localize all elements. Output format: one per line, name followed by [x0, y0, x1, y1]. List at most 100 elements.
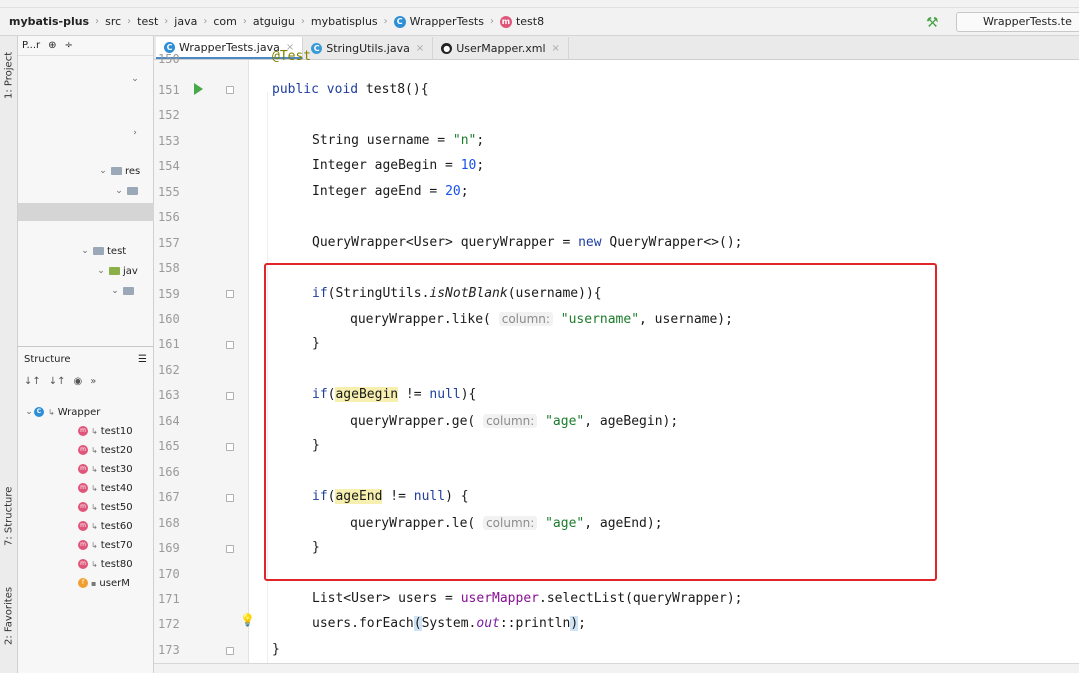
code-text: String username =: [312, 133, 453, 148]
fold-marker-icon[interactable]: [226, 443, 234, 451]
visibility-icon: ↳: [48, 407, 55, 417]
static-field: out: [476, 616, 500, 631]
structure-member-row[interactable]: f ▪ userM: [78, 574, 130, 592]
structure-member-row[interactable]: m ↳ test60: [78, 517, 133, 535]
fold-marker-icon[interactable]: [226, 392, 234, 400]
favorites-tool-tab[interactable]: 2: Favorites: [0, 576, 18, 656]
field-reference: userMapper: [460, 591, 539, 606]
code-text: Integer ageBegin =: [312, 158, 461, 173]
run-gutter-icon[interactable]: [194, 83, 203, 95]
tab-stringutils[interactable]: C StringUtils.java ×: [303, 37, 434, 59]
breadcrumb-com[interactable]: com: [208, 12, 242, 32]
visibility-icon: ↳: [91, 445, 98, 455]
structure-tool-tab[interactable]: 7: Structure: [0, 476, 18, 556]
line-number: 162: [158, 363, 180, 377]
sort-icon[interactable]: ↓↑: [24, 376, 41, 387]
breadcrumb-method-label: test8: [515, 15, 545, 28]
structure-member-row[interactable]: m ↳ test30: [78, 460, 133, 478]
project-panel-header: P...r ⊕ ÷: [18, 36, 153, 56]
breadcrumb-test[interactable]: test: [132, 12, 163, 32]
tree-row-java[interactable]: ⌄ jav: [18, 262, 154, 280]
breadcrumb-java[interactable]: java: [169, 12, 202, 32]
tab-usermapper[interactable]: ● UserMapper.xml ×: [433, 37, 569, 59]
structure-member-row[interactable]: m ↳ test50: [78, 498, 133, 516]
fold-marker-icon[interactable]: [226, 494, 234, 502]
breadcrumb-src[interactable]: src: [100, 12, 126, 32]
chevron-down-icon: ⌄: [99, 166, 107, 176]
tree-row-test[interactable]: ⌄ test: [18, 242, 154, 260]
tree-row[interactable]: ⌄: [18, 282, 154, 300]
tree-row[interactable]: ›: [18, 124, 154, 142]
fold-marker-icon[interactable]: [226, 341, 234, 349]
structure-class-row[interactable]: ⌄ C ↳ Wrapper: [24, 403, 100, 421]
collapse-icon[interactable]: ÷: [65, 40, 73, 51]
close-icon[interactable]: ×: [416, 43, 424, 54]
structure-panel: Structure ☰ ↓↑ ↓↑ ◉ » ⌄ C ↳ Wrapper m ↳ te…: [18, 346, 154, 673]
structure-member-row[interactable]: m ↳ test80: [78, 555, 133, 573]
tree-row[interactable]: ⌄: [18, 70, 154, 88]
breadcrumb-separator: ›: [203, 16, 208, 27]
fold-marker-icon[interactable]: [226, 86, 234, 94]
structure-member-row[interactable]: m ↳ test20: [78, 441, 133, 459]
settings-icon[interactable]: ☰: [138, 354, 147, 365]
tab-label: WrapperTests.java: [179, 40, 280, 54]
breadcrumb-mybatisplus[interactable]: mybatisplus: [306, 12, 383, 32]
sort-alpha-icon[interactable]: ↓↑: [49, 376, 66, 387]
hammer-build-icon[interactable]: ⚒: [926, 15, 939, 31]
structure-panel-header: Structure ☰: [18, 347, 153, 371]
fold-marker-icon[interactable]: [226, 545, 234, 553]
method-icon: m: [78, 426, 88, 436]
selected-tree-row[interactable]: [18, 203, 154, 221]
code-text: users.forEach: [312, 616, 414, 631]
folder-icon: [127, 187, 138, 195]
code-text: test8(){: [358, 82, 429, 97]
line-number: 166: [158, 465, 180, 479]
visibility-icon: ↳: [91, 464, 98, 474]
structure-member-row[interactable]: m ↳ test10: [78, 422, 133, 440]
tree-label: test: [107, 245, 127, 257]
run-config-selector[interactable]: WrapperTests.te: [956, 12, 1079, 32]
project-view-selector[interactable]: P...r: [22, 40, 40, 51]
gear-icon[interactable]: ⊕: [48, 40, 56, 51]
breadcrumb-separator: ›: [383, 16, 388, 27]
folder-icon: [93, 247, 104, 255]
navigation-bar: mybatis-plus › src › test › java › com ›…: [0, 8, 1079, 36]
show-fields-icon[interactable]: ◉: [74, 376, 83, 387]
line-number: 158: [158, 261, 180, 275]
code-text: QueryWrapper<User> queryWrapper =: [312, 235, 579, 250]
line-number: 168: [158, 516, 180, 530]
project-tool-tab[interactable]: 1: Project: [0, 40, 18, 110]
breadcrumb-atguigu[interactable]: atguigu: [248, 12, 300, 32]
structure-member-row[interactable]: m ↳ test70: [78, 536, 133, 554]
breadcrumb-separator: ›: [164, 16, 169, 27]
line-number: 164: [158, 414, 180, 428]
tree-row[interactable]: ⌄: [18, 182, 154, 200]
member-label: test30: [100, 463, 133, 475]
left-tool-strip: 1: Project 7: Structure 2: Favorites: [0, 36, 18, 673]
member-label: test40: [100, 482, 133, 494]
menu-bar[interactable]: [0, 0, 1079, 8]
breadcrumb-class[interactable]: C WrapperTests: [389, 12, 489, 32]
breadcrumb-separator: ›: [242, 16, 247, 27]
number-literal: 10: [460, 158, 477, 173]
class-icon: C: [393, 15, 406, 28]
tree-label: jav: [123, 265, 138, 277]
line-number: 170: [158, 567, 180, 581]
line-number: 157: [158, 236, 180, 250]
structure-member-row[interactable]: m ↳ test40: [78, 479, 133, 497]
tree-row-res[interactable]: ⌄ res: [18, 162, 154, 180]
fold-marker-icon[interactable]: [226, 647, 234, 655]
string-literal: "n": [452, 133, 477, 148]
tab-label: UserMapper.xml: [456, 41, 546, 55]
tree-label: res: [125, 165, 141, 177]
fold-marker-icon[interactable]: [226, 290, 234, 298]
breadcrumb-method[interactable]: m test8: [495, 12, 549, 32]
method-icon: m: [78, 540, 88, 550]
close-icon[interactable]: ×: [552, 43, 560, 54]
lightbulb-icon[interactable]: 💡: [240, 613, 255, 627]
breadcrumb-project[interactable]: mybatis-plus: [4, 12, 94, 32]
status-bar: [154, 663, 1079, 673]
method-icon: m: [78, 464, 88, 474]
more-icon[interactable]: »: [90, 376, 96, 387]
line-number: 167: [158, 490, 180, 504]
